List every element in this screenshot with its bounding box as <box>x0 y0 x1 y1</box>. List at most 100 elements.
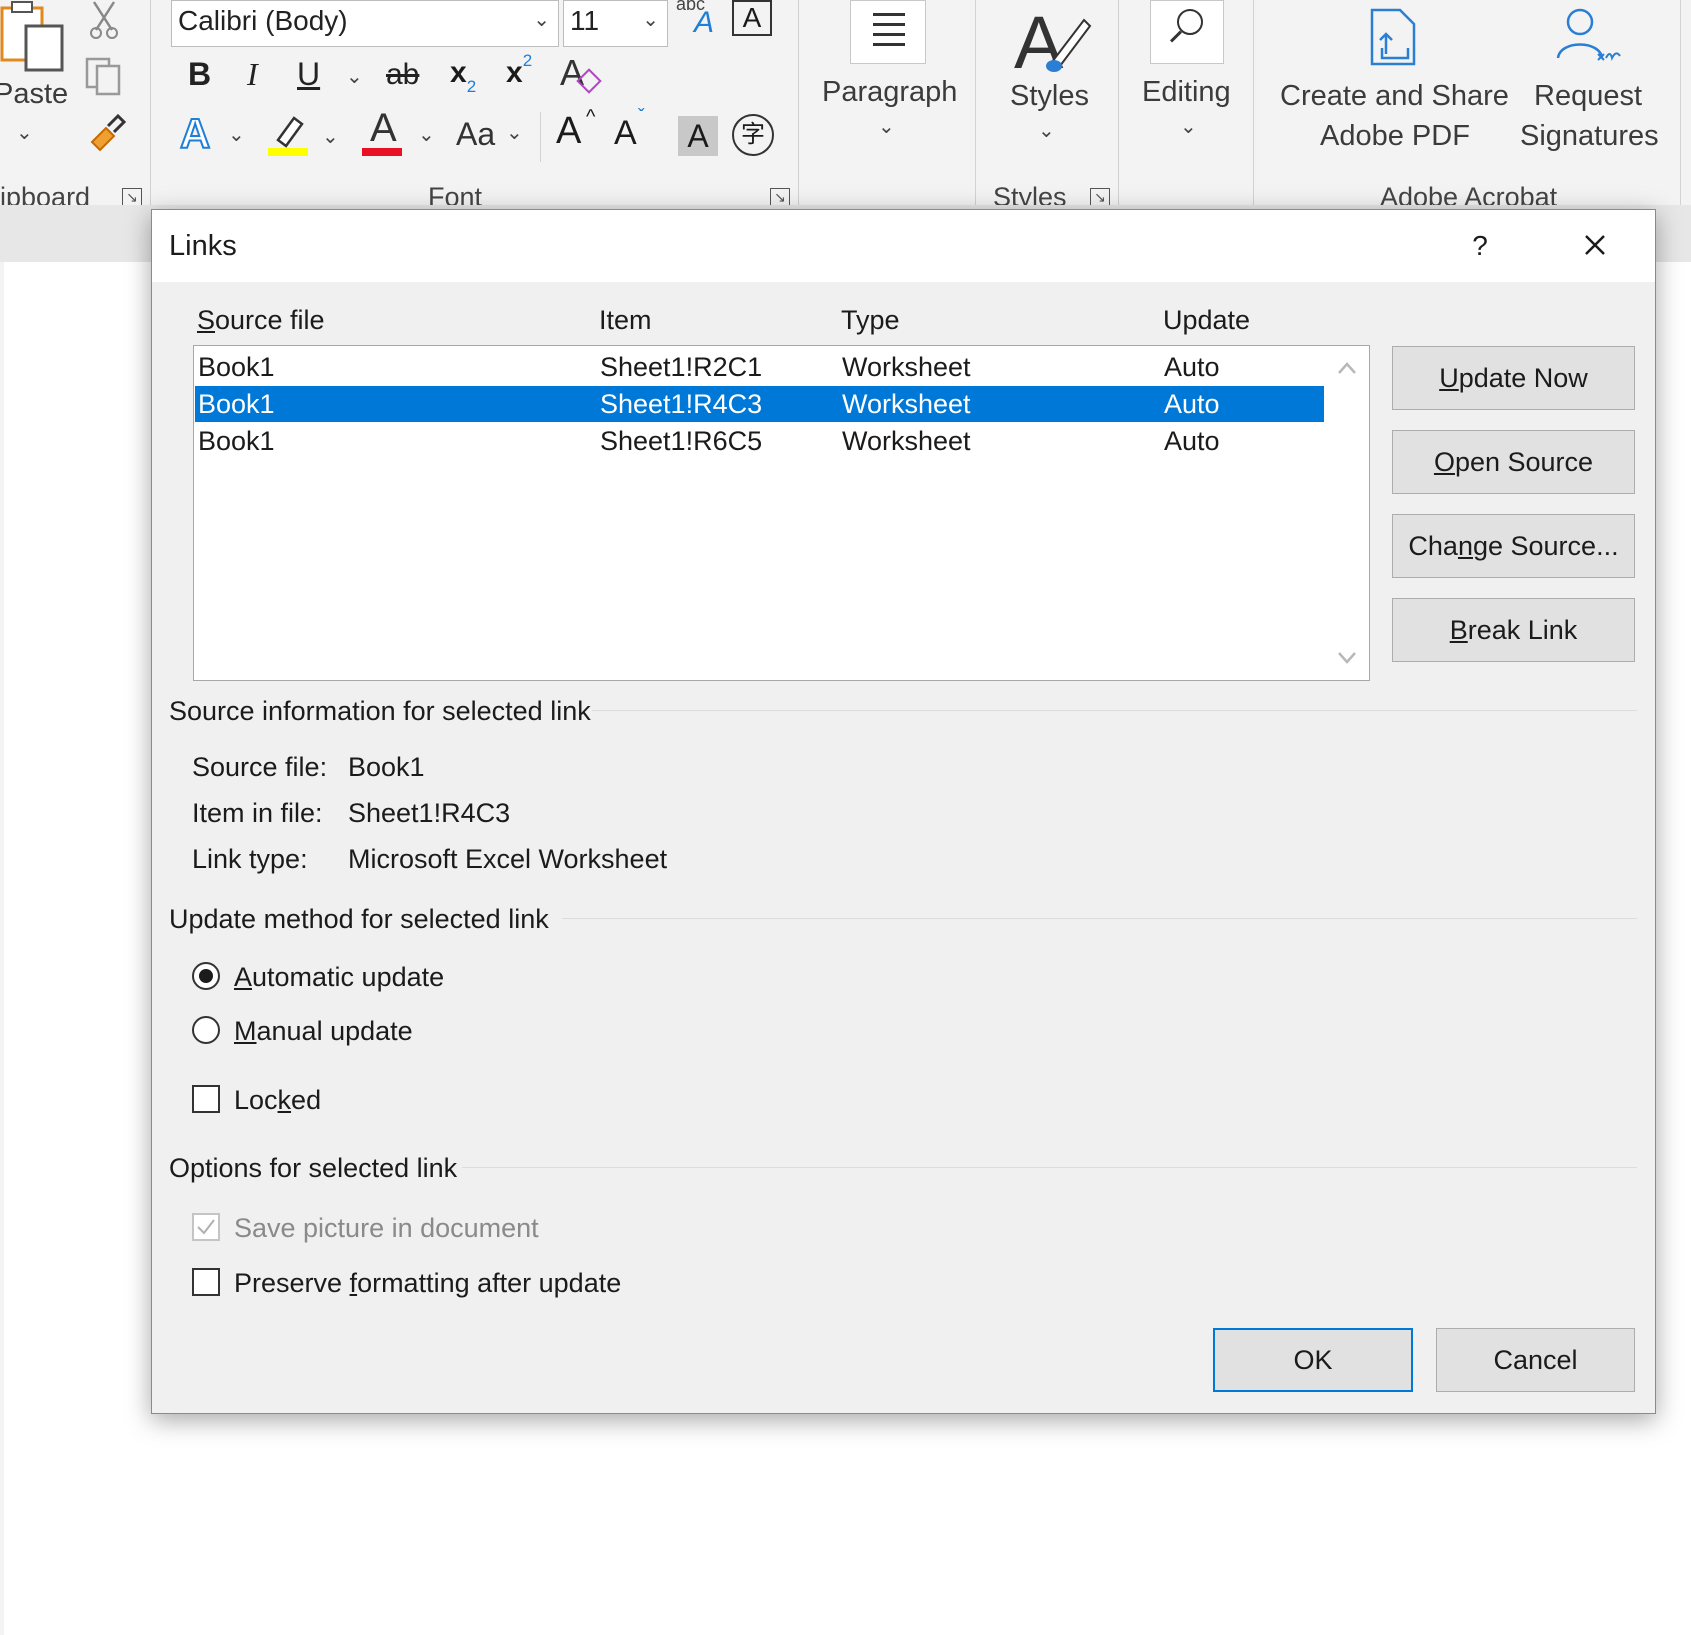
character-shading-button[interactable]: A <box>678 116 718 156</box>
change-source-text: ge Source... <box>1472 531 1619 561</box>
editing-button[interactable]: Editing ⌄ <box>1132 0 1242 150</box>
column-header-source-file-accel: S <box>197 305 216 335</box>
close-button[interactable] <box>1560 220 1630 270</box>
source-file-label: Source file: <box>192 752 328 782</box>
cancel-button[interactable]: Cancel <box>1436 1328 1635 1392</box>
cut-icon[interactable] <box>88 0 120 40</box>
scroll-up-icon[interactable] <box>1336 360 1358 376</box>
strikethrough-button[interactable]: ab <box>386 58 419 92</box>
styles-button[interactable]: A Styles ⌄ <box>990 0 1100 160</box>
ok-button[interactable]: OK <box>1213 1328 1413 1392</box>
automatic-update-radio[interactable] <box>192 962 220 990</box>
preserve-pre: Preserve <box>234 1268 350 1298</box>
table-row-selected[interactable]: Book1 Sheet1!R4C3 Worksheet Auto <box>195 386 1324 422</box>
grow-font-button[interactable]: A ^ <box>556 106 604 158</box>
editing-label: Editing <box>1142 76 1231 108</box>
change-case-button[interactable]: Aa ⌄ <box>456 116 526 160</box>
request-line2: Signatures <box>1520 120 1659 152</box>
ribbon-divider <box>975 0 976 205</box>
table-row[interactable]: Book1 Sheet1!R2C1 Worksheet Auto <box>195 349 1324 385</box>
table-row[interactable]: Book1 Sheet1!R6C5 Worksheet Auto <box>195 423 1324 459</box>
chevron-down-icon: ⌄ <box>322 126 339 148</box>
font-color-icon: A <box>370 106 397 150</box>
preserve-formatting-checkbox[interactable] <box>192 1268 220 1296</box>
subscript-2: 2 <box>466 77 477 96</box>
manual-update-label[interactable]: Manual update <box>234 1016 413 1047</box>
underline-button[interactable]: U <box>297 56 320 93</box>
subscript-button[interactable]: x2 <box>450 56 490 100</box>
dialog-title: Links <box>169 230 237 262</box>
save-picture-label: Save picture in document <box>234 1213 539 1243</box>
italic-button[interactable]: I <box>247 56 258 93</box>
break-link-accel: B <box>1449 615 1468 645</box>
row-item-cell: Sheet1!R4C3 <box>600 389 763 419</box>
paste-label: Paste <box>0 78 69 110</box>
font-size-value: 11 <box>570 5 600 36</box>
open-source-button[interactable]: Open Source <box>1392 430 1635 494</box>
column-header-type[interactable]: Type <box>841 305 900 336</box>
create-share-pdf-button[interactable]: Create and Share Adobe PDF <box>1272 0 1512 160</box>
locked-checkbox[interactable] <box>192 1085 220 1113</box>
enclose-characters-icon[interactable]: 字 <box>732 114 774 156</box>
format-painter-icon[interactable] <box>84 112 128 156</box>
ribbon-divider <box>1680 0 1681 205</box>
automatic-update-accel: A <box>234 962 253 992</box>
caret-up-icon: ^ <box>586 106 596 128</box>
column-header-update[interactable]: Update <box>1163 305 1250 336</box>
request-signatures-button[interactable]: Request Signatures <box>1514 0 1674 160</box>
update-now-button[interactable]: Update Now <box>1392 346 1635 410</box>
section-divider <box>592 710 1637 711</box>
break-link-text: reak Link <box>1467 615 1578 645</box>
column-header-source-file[interactable]: Source file <box>197 305 325 336</box>
change-source-accel: n <box>1457 531 1473 561</box>
update-now-text: pdate Now <box>1458 363 1588 393</box>
font-name-combo[interactable]: Calibri (Body) ⌄ <box>171 0 559 47</box>
manual-update-radio[interactable] <box>192 1016 220 1044</box>
vertical-scrollbar[interactable] <box>1326 346 1368 680</box>
break-link-button[interactable]: Break Link <box>1392 598 1635 662</box>
font-size-combo[interactable]: 11 ⌄ <box>563 0 668 47</box>
superscript-button[interactable]: x2 <box>506 51 546 100</box>
clear-formatting-boxed-icon[interactable]: A <box>732 0 772 36</box>
ribbon: Paste ⌄ ipboard ↘ Calibri (Body) ⌄ 11 ⌄ … <box>0 0 1691 212</box>
preserve-formatting-label[interactable]: Preserve formatting after update <box>234 1268 621 1299</box>
radio-selected-dot <box>199 969 213 983</box>
automatic-update-label[interactable]: Automatic update <box>234 962 444 993</box>
copy-icon[interactable] <box>84 56 124 96</box>
scroll-down-icon[interactable] <box>1336 650 1358 666</box>
paragraph-label: Paragraph <box>822 76 958 108</box>
paste-button[interactable]: Paste ⌄ <box>0 0 70 150</box>
section-divider <box>462 1167 1637 1168</box>
character-shading-label: A <box>687 118 709 154</box>
text-effects-small-icon[interactable]: abc A <box>676 0 716 40</box>
save-picture-checkbox[interactable] <box>192 1213 220 1241</box>
row-source-cell: Book1 <box>198 426 275 456</box>
change-source-button[interactable]: Change Source... <box>1392 514 1635 578</box>
font-color-button[interactable]: A ⌄ <box>362 106 442 158</box>
text-effects-button[interactable]: A ⌄ <box>179 109 250 160</box>
pdf-share-icon <box>1370 8 1416 66</box>
column-header-item[interactable]: Item <box>599 305 652 336</box>
links-list[interactable]: Book1 Sheet1!R2C1 Worksheet Auto Book1 S… <box>193 345 1370 681</box>
create-share-line1: Create and Share <box>1280 80 1509 112</box>
caret-down-icon: ˇ <box>638 106 645 128</box>
font-a-glyph-icon: A <box>560 52 585 93</box>
close-icon <box>1585 235 1605 255</box>
locked-label[interactable]: Locked <box>234 1085 321 1116</box>
update-method-section-title: Update method for selected link <box>169 904 549 934</box>
change-case-label: Aa <box>456 116 496 152</box>
highlight-color-button[interactable]: ⌄ <box>268 112 348 162</box>
item-in-file-label: Item in file: <box>192 798 323 828</box>
chevron-down-icon[interactable]: ⌄ <box>346 64 363 89</box>
text-effects-icon: A <box>179 109 211 158</box>
bold-button[interactable]: B <box>188 56 211 93</box>
request-line1: Request <box>1534 80 1643 112</box>
paragraph-button[interactable]: Paragraph ⌄ <box>812 0 962 150</box>
shrink-font-button[interactable]: Aˇ <box>614 106 662 158</box>
chevron-down-icon: ⌄ <box>642 9 659 31</box>
help-button[interactable]: ? <box>1450 224 1510 268</box>
ribbon-divider <box>150 0 151 205</box>
shrink-font-label: A <box>614 114 637 152</box>
clear-all-formatting-icon[interactable]: A <box>560 52 604 100</box>
link-type-value: Microsoft Excel Worksheet <box>348 844 668 874</box>
